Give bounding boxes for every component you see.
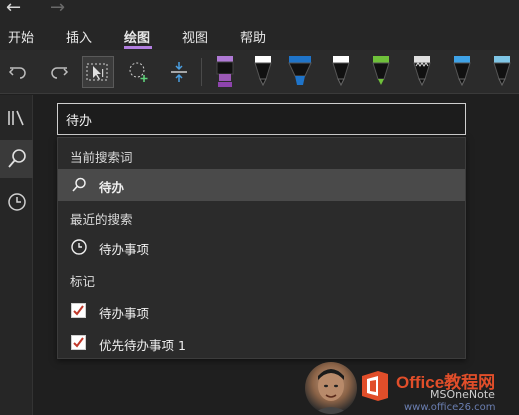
lasso-select-icon[interactable]: I [82,56,114,88]
pen-light-blue[interactable] [447,54,477,90]
title-bar: ← → [0,0,519,20]
search-query-text: 待办 [66,114,93,129]
tab-view[interactable]: 视图 [182,27,208,46]
office-logo-icon [360,370,390,402]
tag-item[interactable]: 待办事项 [58,295,465,327]
tab-home[interactable]: 开始 [8,27,34,46]
toolbar-separator [201,58,202,86]
checkbox-checked-icon [71,303,86,318]
redo-icon[interactable] [43,56,75,88]
current-term-row[interactable]: 待办 [58,169,465,201]
pen-green[interactable] [366,54,396,90]
undo-icon[interactable] [2,56,34,88]
search-input[interactable]: 待办 [57,103,466,135]
back-arrow-icon[interactable]: ← [6,0,21,18]
pen-galaxy[interactable] [407,54,437,90]
pen-white-2[interactable] [326,54,356,90]
recent-icon[interactable] [0,183,33,221]
watermark-url: www.office26.com [404,402,496,413]
clock-icon [70,238,88,256]
checkbox-checked-icon [71,335,86,350]
notebooks-icon[interactable] [0,99,33,137]
current-search-header: 当前搜索词 [70,150,133,165]
recent-search-item[interactable]: 待办事项 [58,231,465,263]
lasso-add-icon[interactable] [123,56,155,88]
search-icon[interactable] [0,140,33,178]
recent-search-header: 最近的搜索 [70,212,133,227]
add-space-icon[interactable] [163,56,195,88]
tag-item-label: 待办事项 [99,306,150,321]
tab-draw[interactable]: 绘图 [124,27,150,46]
search-suggestions-dropdown: 当前搜索词 待办 最近的搜索 待办事项 标记 待办事项 优先待办事项 1 [57,137,466,359]
current-term-label: 待办 [99,180,125,195]
tab-help[interactable]: 帮助 [240,27,266,46]
search-icon [70,176,88,194]
pen-purple-highlighter[interactable] [210,54,240,90]
watermark-channel: MSOneNote [430,388,495,401]
tab-insert[interactable]: 插入 [66,27,92,46]
tag-item-label: 优先待办事项 1 [99,338,186,353]
ribbon-tabs: 开始 插入 绘图 视图 帮助 [0,20,519,50]
pen-sky-blue[interactable] [487,54,517,90]
avatar [305,362,357,414]
tags-header: 标记 [70,274,96,289]
recent-search-label: 待办事项 [99,242,150,257]
svg-text:I: I [101,67,104,80]
navigation-sidebar [0,95,33,415]
pen-blue-highlighter[interactable] [285,54,315,90]
pen-white[interactable] [248,54,278,90]
forward-arrow-icon[interactable]: → [50,0,65,18]
tag-item[interactable]: 优先待办事项 1 [58,327,465,359]
draw-toolbar: I [0,50,519,94]
active-tab-indicator [124,46,152,49]
